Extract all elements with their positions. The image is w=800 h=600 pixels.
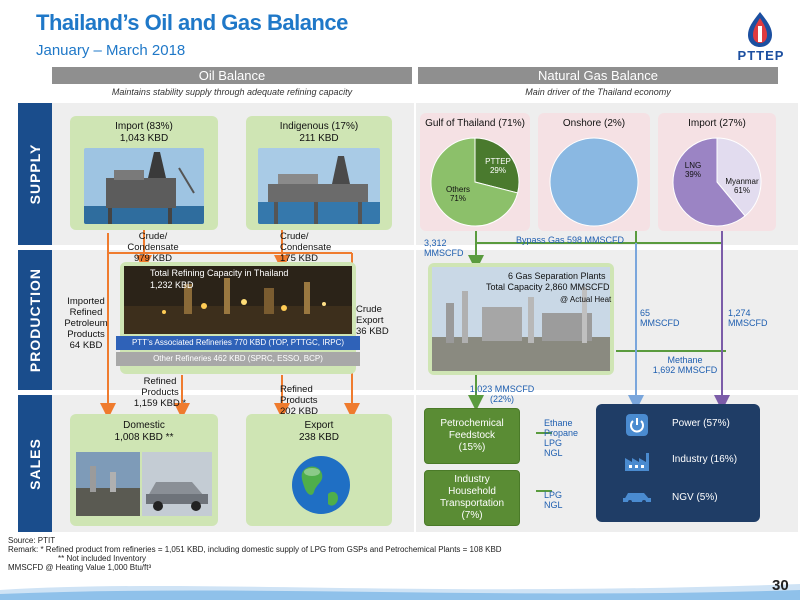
crude-condensate-right: Crude/ Condensate 175 KBD (280, 231, 332, 264)
oil-balance-subtitle: Maintains stability supply through adequ… (111, 87, 353, 97)
gas-plants-title: 6 Gas Separation Plants (508, 271, 606, 281)
power-icon (626, 414, 648, 436)
domestic-title: Domestic (123, 420, 165, 431)
flow-3312: 3,312 MMSCFD (424, 238, 464, 258)
other-refineries-bar: Other Refineries 462 KBD (SPRC, ESSO, BC… (116, 352, 360, 366)
industry-household-box: Industry Household Transportation (7%) (424, 470, 520, 526)
gas-separation-box: 6 Gas Separation Plants Total Capacity 2… (428, 263, 614, 375)
footer-source: Source: PTIT (8, 536, 56, 545)
imported-refined-products: Imported Refined Petroleum Products 64 K… (64, 296, 108, 351)
factory-photo (76, 452, 140, 516)
export-value: 238 KBD (298, 432, 340, 443)
domestic-value: 1,008 KBD ** (114, 432, 174, 443)
domestic-box: Domestic 1,008 KBD ** (70, 414, 218, 526)
refining-capacity-value: 1,232 KBD (150, 280, 194, 290)
power-share: Power (57%) (672, 418, 730, 429)
car-icon (623, 493, 651, 504)
gas-plants-capacity: Total Capacity 2,860 MMSCFD (486, 282, 610, 292)
refined-products-right: Refined Products 202 KBD (280, 384, 319, 417)
crude-export: Crude Export 36 KBD (356, 304, 389, 337)
gas-balance-subtitle: Main driver of the Thailand economy (525, 87, 671, 97)
crude-condensate-left: Crude/ Condensate 979 KBD (127, 231, 179, 264)
production-row-label: PRODUCTION (18, 250, 52, 390)
gas-sales-box: Power (57%) Industry (16%) NGV (5%) (596, 404, 760, 522)
globe-icon (292, 456, 350, 514)
petrochemical-feedstock-box: Petrochemical Feedstock (15%) (424, 408, 520, 464)
ngv-share: NGV (5%) (672, 492, 718, 503)
page-number: 30 (772, 577, 789, 594)
export-box: Export 238 KBD (246, 414, 392, 526)
factory-icon (625, 453, 649, 471)
petrochem-products: Ethane Propane LPG NGL (544, 418, 579, 458)
refined-products-left: Refined Products 1,159 KBD * (133, 376, 187, 409)
supply-row-label: SUPPLY (18, 103, 52, 245)
bypass-gas: Bypass Gas 598 MMSCFD (515, 235, 625, 245)
ptt-refineries-bar: PTT’s Associated Refineries 770 KBD (TOP… (116, 336, 360, 350)
logo-text: PTTEP (737, 48, 785, 63)
page-title: Thailand’s Oil and Gas Balance (36, 10, 348, 35)
page-subtitle: January – March 2018 (36, 42, 186, 59)
gas-plants-note: @ Actual Heat (560, 295, 612, 304)
oil-balance-header: Oil Balance (52, 67, 412, 84)
footer-wave (0, 584, 800, 600)
gas-balance-header: Natural Gas Balance (418, 67, 778, 84)
footer-remark1: Remark: * Refined product from refinerie… (8, 545, 502, 554)
flow-1274: 1,274 MMSCFD (728, 308, 768, 328)
refining-capacity-title: Total Refining Capacity in Thailand (150, 268, 289, 278)
methane-flow: Methane 1,692 MMSCFD (652, 355, 718, 375)
flow-1023: 1,023 MMSCFD (22%) (469, 384, 535, 404)
export-title: Export (304, 420, 334, 431)
car-photo (142, 452, 212, 516)
sales-row-label: SALES (18, 395, 52, 532)
industry-share: Industry (16%) (672, 454, 738, 465)
footer-remark2: ** Not included Inventory (58, 554, 147, 563)
industry-products: LPG NGL (544, 490, 563, 510)
flow-65: 65 MMSCFD (640, 308, 680, 328)
